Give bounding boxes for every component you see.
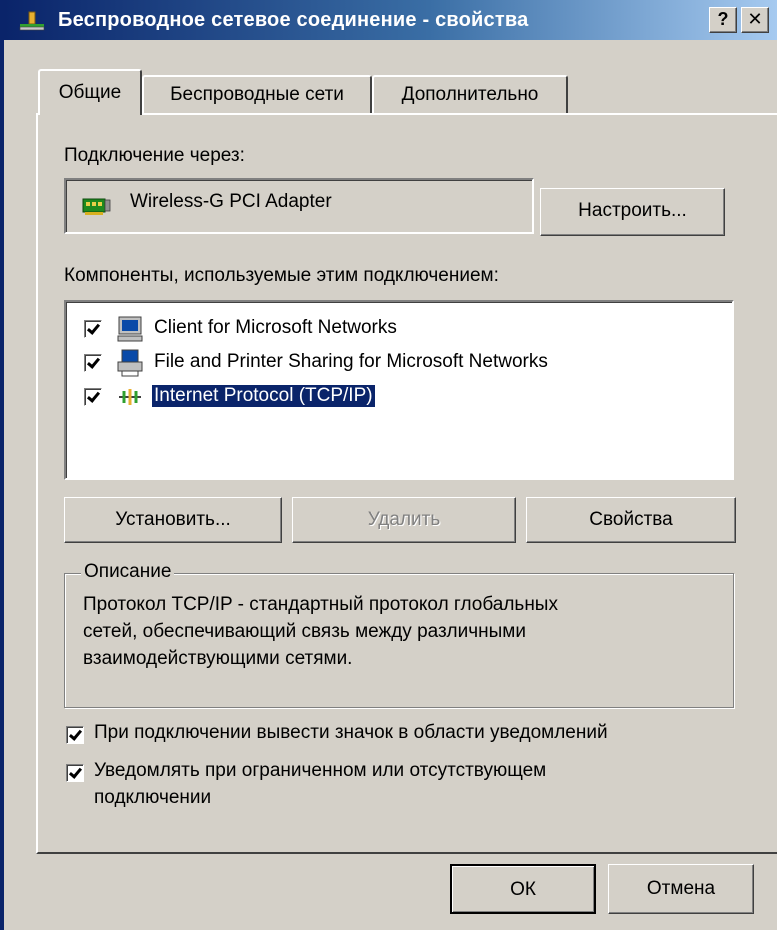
description-text: сетей, обеспечивающий связь между различ… bbox=[83, 621, 526, 642]
connect-using-label: Подключение через: bbox=[64, 145, 245, 166]
component-checkbox[interactable] bbox=[84, 388, 102, 406]
network-adapter-icon bbox=[82, 198, 111, 215]
help-button[interactable]: ? bbox=[709, 7, 737, 33]
notify-checkbox[interactable] bbox=[66, 764, 84, 782]
tab-wireless-networks[interactable]: Беспроводные сети bbox=[142, 75, 372, 115]
show-icon-label: При подключении вывести значок в области… bbox=[94, 722, 608, 743]
uninstall-button[interactable]: Удалить bbox=[292, 497, 516, 543]
description-legend: Описание bbox=[81, 561, 175, 583]
description-text: Протокол TCP/IP - стандартный протокол г… bbox=[83, 594, 558, 615]
tab-general[interactable]: Общие bbox=[38, 69, 142, 115]
list-item[interactable]: Client for Microsoft Networks bbox=[66, 312, 732, 346]
tab-advanced[interactable]: Дополнительно bbox=[372, 75, 568, 115]
adapter-field: Wireless-G PCI Adapter bbox=[64, 178, 534, 234]
configure-button[interactable]: Настроить... bbox=[540, 188, 725, 236]
title-bar[interactable]: Беспроводное сетевое соединение - свойст… bbox=[4, 0, 777, 40]
adapter-name: Wireless-G PCI Adapter bbox=[130, 191, 332, 212]
properties-dialog: Беспроводное сетевое соединение - свойст… bbox=[0, 0, 777, 930]
properties-button[interactable]: Свойства bbox=[526, 497, 736, 543]
component-label: File and Printer Sharing for Microsoft N… bbox=[154, 351, 548, 372]
ok-button[interactable]: ОК bbox=[450, 864, 596, 914]
list-item[interactable]: File and Printer Sharing for Microsoft N… bbox=[66, 346, 732, 380]
notify-label-continued: подключении bbox=[94, 787, 212, 808]
component-label: Internet Protocol (TCP/IP) bbox=[152, 385, 375, 407]
window-border bbox=[0, 0, 4, 930]
network-connection-icon bbox=[19, 11, 45, 31]
component-label: Client for Microsoft Networks bbox=[154, 317, 397, 338]
close-button[interactable]: ✕ bbox=[741, 7, 769, 33]
cancel-button[interactable]: Отмена bbox=[608, 864, 754, 914]
computer-icon bbox=[117, 316, 143, 342]
components-label: Компоненты, используемые этим подключени… bbox=[64, 265, 499, 286]
list-item[interactable]: Internet Protocol (TCP/IP) bbox=[66, 380, 732, 414]
install-button[interactable]: Установить... bbox=[64, 497, 282, 543]
description-group: Описание Протокол TCP/IP - стандартный п… bbox=[64, 561, 734, 708]
component-checkbox[interactable] bbox=[84, 354, 102, 372]
description-text: взаимодействующими сетями. bbox=[83, 648, 353, 669]
components-list[interactable]: Client for Microsoft Networks File and P… bbox=[64, 300, 734, 480]
printer-icon bbox=[117, 349, 143, 377]
show-icon-checkbox[interactable] bbox=[66, 726, 84, 744]
component-checkbox[interactable] bbox=[84, 320, 102, 338]
protocol-icon bbox=[119, 389, 141, 405]
notify-label: Уведомлять при ограниченном или отсутств… bbox=[94, 760, 547, 781]
window-title: Беспроводное сетевое соединение - свойст… bbox=[58, 9, 529, 31]
